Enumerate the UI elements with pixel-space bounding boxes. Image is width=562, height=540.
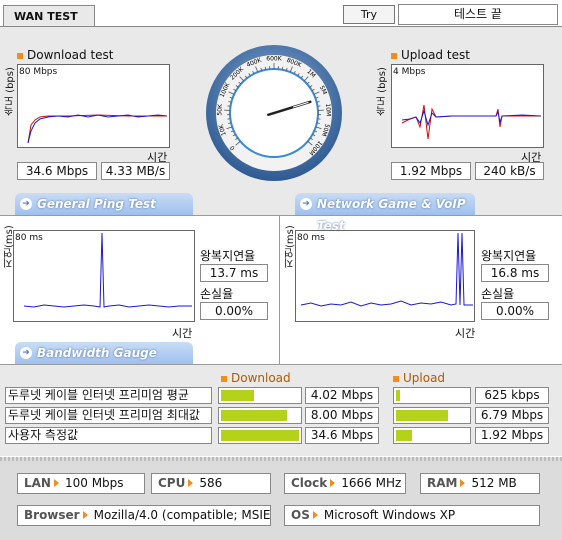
upload-rate-value: 240 kB/s <box>475 162 544 180</box>
ping-right-loss-value: 0.00% <box>481 302 549 320</box>
gauge-tick-label: 50K <box>216 103 224 116</box>
download-blue-line <box>27 114 168 144</box>
tab-wan-test[interactable]: WAN TEST <box>3 5 95 27</box>
os-value: Microsoft Windows XP <box>323 508 456 522</box>
ram-label: RAM <box>427 476 458 490</box>
arrow-right-icon <box>188 479 194 487</box>
bandwidth-row-name: 사용자 측정값 <box>5 427 212 444</box>
ping-right-line <box>300 232 473 307</box>
download-bar-value: 34.6 Mbps <box>305 427 379 444</box>
upload-y-axis-label: 속도 (bps) <box>377 67 388 116</box>
ping-left-latency-value: 13.7 ms <box>200 264 268 282</box>
upload-bar <box>393 387 471 404</box>
gauge-tick <box>264 66 267 70</box>
download-bar <box>218 407 302 424</box>
ping-right-x-axis-label: 시간 <box>455 327 476 340</box>
upload-bar-value: 1.92 Mbps <box>475 427 549 444</box>
arrow-right-icon <box>330 479 336 487</box>
arrow-right-icon: ➜ <box>20 347 32 359</box>
upload-graph: 4 Mbps <box>391 64 544 148</box>
download-bar <box>218 387 302 404</box>
ram-value: 512 MB <box>471 476 517 490</box>
download-bar-value: 4.02 Mbps <box>305 387 379 404</box>
arrow-right-icon <box>82 511 88 519</box>
ping-left-loss-label: 손실율 <box>200 287 234 301</box>
download-speed-value: 34.6 Mbps <box>17 162 97 180</box>
clock-label: Clock <box>291 476 328 490</box>
tab-label: WAN TEST <box>14 10 78 23</box>
download-graph: 80 Mbps <box>17 64 170 148</box>
download-bar <box>218 427 302 444</box>
upload-test-title: Upload test <box>391 48 470 62</box>
download-bar-fill <box>221 410 287 421</box>
divider <box>0 215 562 216</box>
download-bar-fill <box>221 430 299 441</box>
download-bar-fill <box>221 390 254 401</box>
gauge-tick <box>281 66 284 70</box>
download-y-axis-label: 속도 (bps) <box>5 67 16 116</box>
ping-left-line <box>23 232 192 308</box>
general-ping-test-tab[interactable]: ➜ General Ping Test <box>15 193 193 215</box>
divider <box>0 457 562 461</box>
ping-left-x-axis-label: 시간 <box>172 327 193 340</box>
cpu-info: CPU 586 <box>151 473 271 494</box>
gauge-tick-label: 600K <box>266 56 282 63</box>
download-red-line <box>27 114 167 144</box>
speed-gauge: 010K50K100K200K400K 600K 800K1M5M10M50M100… <box>206 45 342 181</box>
os-label: OS <box>291 508 310 522</box>
divider <box>0 364 562 365</box>
system-info-panel <box>0 457 562 540</box>
general-ping-test-label: General Ping Test <box>37 197 156 211</box>
bandwidth-download-header: Download <box>221 371 291 385</box>
ping-left-graph: 80 ms <box>13 230 195 322</box>
download-rate-value: 4.33 MB/s <box>101 162 170 180</box>
upload-blue-line <box>401 109 542 127</box>
gauge-tick-label: 10M <box>324 103 332 116</box>
ram-info: RAM 512 MB <box>420 473 540 494</box>
divider <box>279 216 280 364</box>
status-display: 테스트 끝 <box>398 4 558 25</box>
browser-label: Browser <box>24 508 80 522</box>
bandwidth-gauge-label: Bandwidth Gauge <box>37 346 157 360</box>
ping-right-latency-label: 왕복지연율 <box>481 249 537 263</box>
browser-value: Mozilla/4.0 (compatible; MSIE 6.0 <box>93 508 271 522</box>
cpu-label: CPU <box>158 476 186 490</box>
try-again-button[interactable]: Try again <box>343 5 395 38</box>
upload-speed-value: 1.92 Mbps <box>391 162 471 180</box>
cpu-value: 586 <box>199 476 223 490</box>
clock-value: 1666 MHz <box>341 476 402 490</box>
download-bar-value: 8.00 Mbps <box>305 407 379 424</box>
arrow-right-icon: ➜ <box>20 198 32 210</box>
bandwidth-row-name: 두루넷 케이블 인터넷 프리미엄 최대값 <box>5 407 212 424</box>
upload-bar-value: 625 kbps <box>475 387 549 404</box>
arrow-right-icon <box>53 479 59 487</box>
upload-bar-value: 6.79 Mbps <box>475 407 549 424</box>
lan-label: LAN <box>24 476 51 490</box>
bandwidth-gauge-tab[interactable]: ➜ Bandwidth Gauge <box>15 342 193 364</box>
network-game-voip-test-tab[interactable]: ➜ Network Game & VoIP Test <box>295 193 475 233</box>
browser-info: Browser Mozilla/4.0 (compatible; MSIE 6.0 <box>17 505 271 526</box>
bandwidth-row-name: 두루넷 케이블 인터넷 프리미엄 평균 <box>5 387 212 404</box>
upload-bar-fill <box>396 390 400 401</box>
upload-bar <box>393 407 471 424</box>
arrow-right-icon <box>312 511 318 519</box>
clock-info: Clock 1666 MHz <box>284 473 406 494</box>
upload-red-line <box>401 104 541 140</box>
upload-bar-fill <box>396 430 412 441</box>
lan-info: LAN 100 Mbps <box>17 473 145 494</box>
bandwidth-upload-header: Upload <box>393 371 445 385</box>
upload-bar <box>393 427 471 444</box>
ping-right-latency-value: 16.8 ms <box>481 264 549 282</box>
arrow-right-icon <box>460 479 466 487</box>
lan-value: 100 Mbps <box>64 476 124 490</box>
upload-bar-fill <box>396 410 448 421</box>
download-test-title: Download test <box>17 48 114 62</box>
ping-right-loss-label: 손실율 <box>481 287 515 301</box>
ping-left-loss-value: 0.00% <box>200 302 268 320</box>
arrow-right-icon: ➜ <box>300 198 312 210</box>
os-info: OS Microsoft Windows XP <box>284 505 540 526</box>
ping-left-latency-label: 왕복지연율 <box>200 249 256 263</box>
ping-right-graph: 80 ms <box>295 230 475 322</box>
